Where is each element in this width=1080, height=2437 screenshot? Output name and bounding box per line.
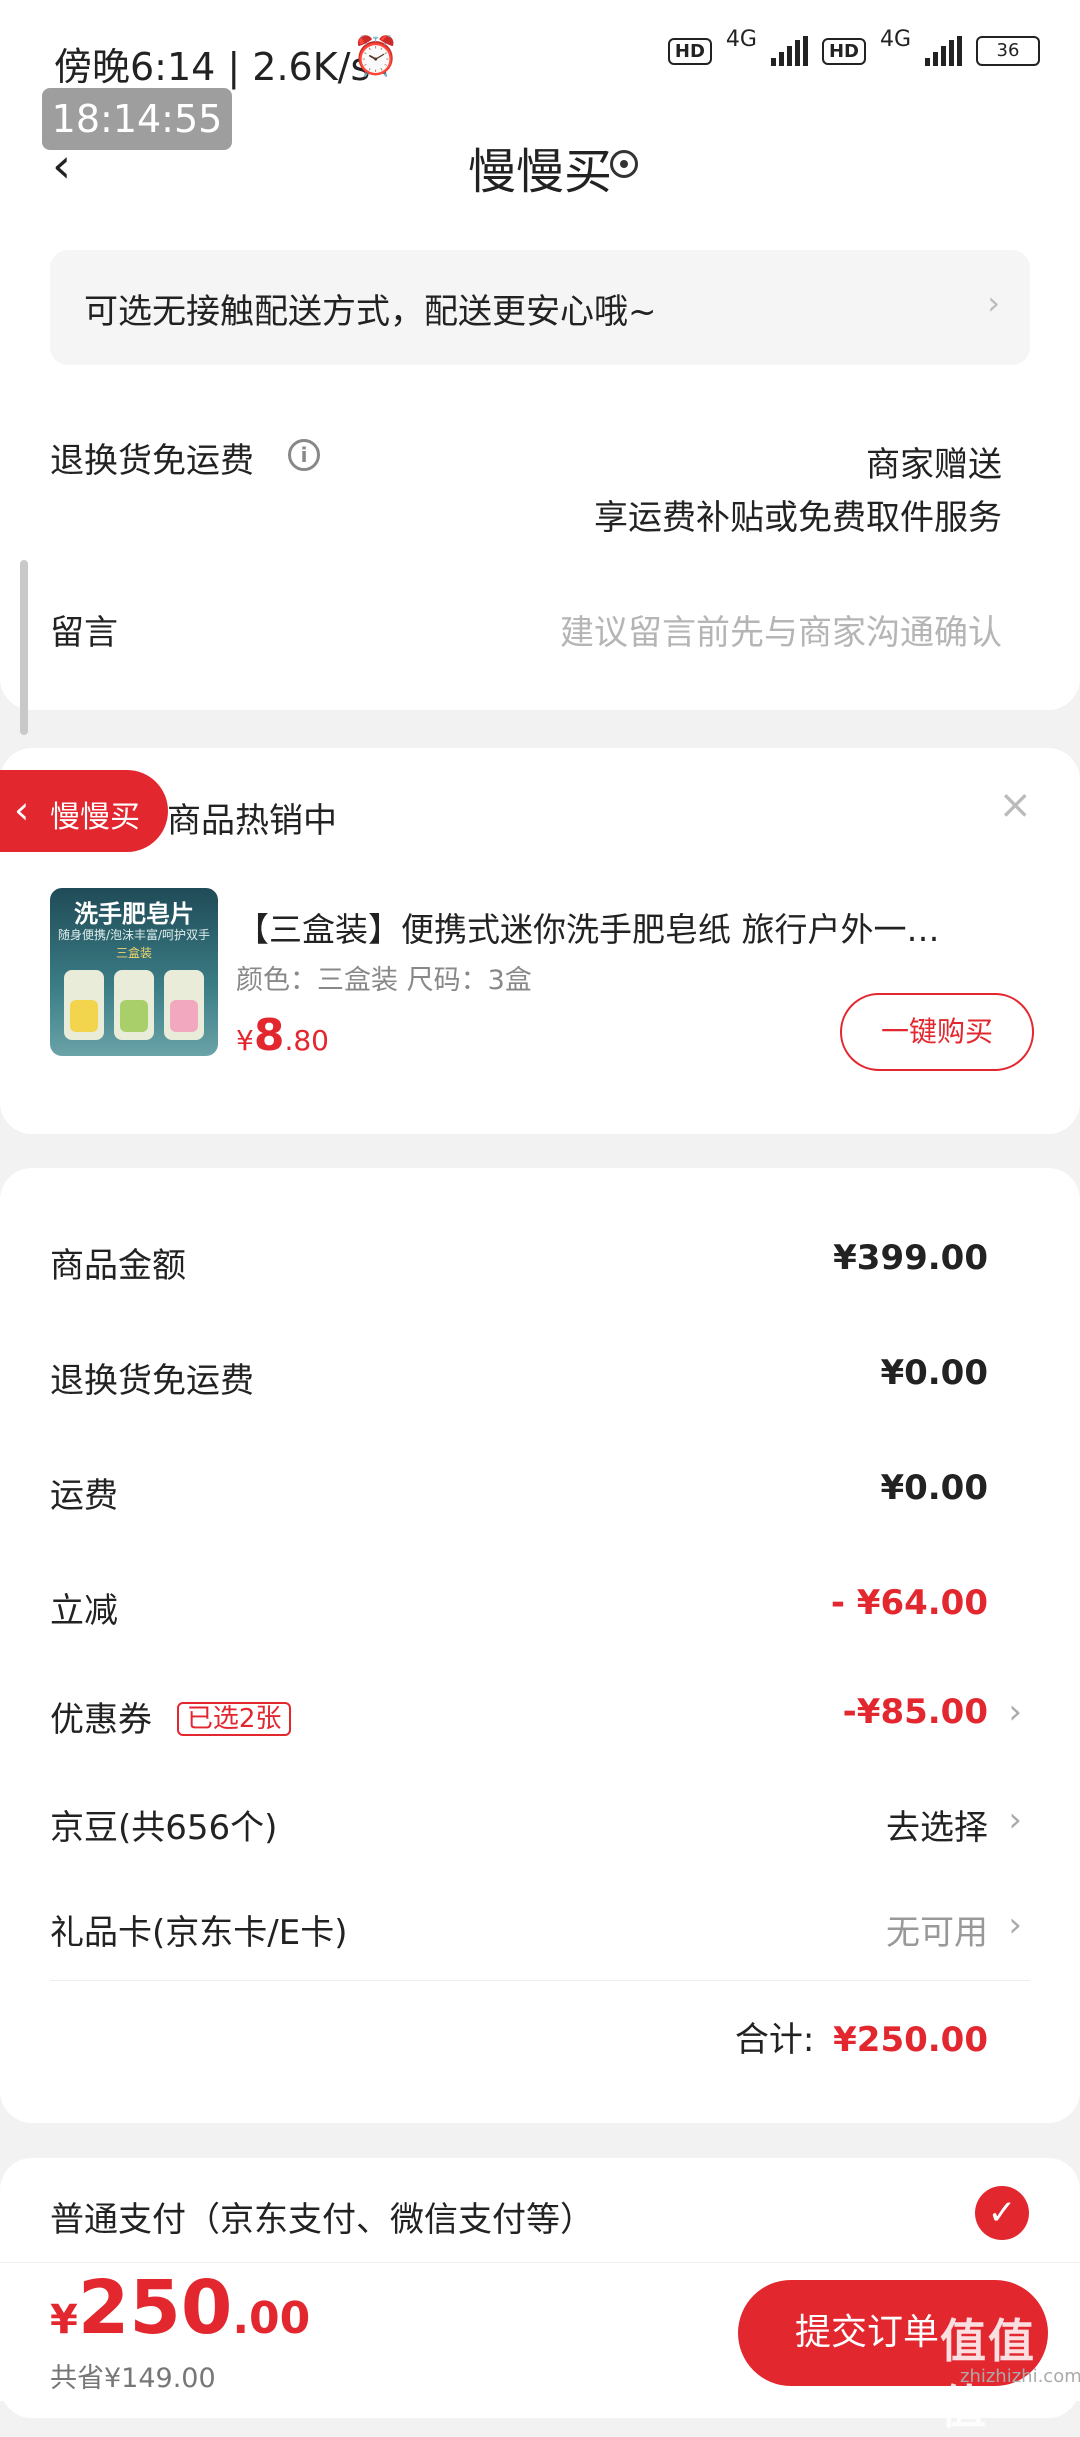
final-price-decimal: .00 <box>232 2293 311 2344</box>
hd-icon-2: HD <box>821 37 866 65</box>
shipping-label: 运费 <box>50 1476 118 1516</box>
network-type-label-2: 4G <box>879 26 911 52</box>
product-image[interactable]: 洗手肥皂片 随身便携/泡沫丰富/呵护双手 三盒装 <box>50 888 218 1056</box>
message-input[interactable]: 建议留言前先与商家沟通确认 <box>560 605 1002 654</box>
product-name[interactable]: 【三盒装】便携式迷你洗手肥皂纸 旅行户外一… <box>236 903 1016 951</box>
alarm-icon: ⏰ <box>352 34 400 78</box>
message-label: 留言 <box>50 613 118 653</box>
coupon-badge: 已选2张 <box>176 1702 292 1736</box>
status-icons: HD 4G HD 4G 36 <box>667 27 1040 66</box>
gift-card-label: 礼品卡(京东卡/E卡) <box>50 1913 348 1953</box>
price-symbol: ¥ <box>236 1024 254 1057</box>
image-tag: 三盒装 <box>115 946 152 960</box>
one-click-buy-button[interactable]: 一键购买 <box>840 993 1034 1071</box>
time-overlay-badge: 18:14:55 <box>42 88 232 150</box>
saved-amount: 共省¥149.00 <box>50 2363 216 2394</box>
contactless-delivery-notice[interactable]: 可选无接触配送方式，配送更安心哦~ › <box>50 250 1030 365</box>
divider <box>50 1980 1030 1981</box>
goods-amount-label: 商品金额 <box>50 1246 186 1286</box>
return-fee-value: 商家赠送 <box>866 445 1002 485</box>
image-title: 洗手肥皂片 <box>74 900 194 928</box>
price-integer: 8 <box>253 1010 285 1061</box>
location-pin-icon[interactable] <box>610 150 638 178</box>
delivery-card: 可选无接触配送方式，配送更安心哦~ › 退换货免运费 i 商家赠送 享运费补贴或… <box>0 215 1080 710</box>
goods-amount-value: ¥399.00 <box>833 1238 988 1278</box>
chevron-right-icon: › <box>987 284 1000 322</box>
coupon-value: -¥85.00 <box>842 1692 988 1732</box>
hot-sale-title: 商品热销中 <box>167 801 337 841</box>
battery-icon: 36 <box>976 36 1040 66</box>
hd-icon: HD <box>667 37 712 65</box>
total-row: 合计: ¥250.00 <box>735 2012 988 2061</box>
return-fee-label: 退换货免运费 <box>50 441 254 481</box>
chevron-left-icon: ‹ <box>14 788 30 832</box>
shipping-value: ¥0.00 <box>880 1468 988 1508</box>
status-time-speed: 傍晚6:14 | 2.6K/s <box>54 45 371 89</box>
chevron-right-icon[interactable]: › <box>1008 1800 1022 1840</box>
soap-box-pink <box>164 970 204 1040</box>
product-price: ¥8.80 <box>236 1010 329 1061</box>
submit-order-label: 提交订单 <box>794 2312 939 2353</box>
coupon-label: 优惠券 <box>50 1700 152 1740</box>
final-price: ¥250.00 <box>50 2265 310 2351</box>
soap-box-green <box>114 970 154 1040</box>
total-label: 合计: <box>734 2020 815 2060</box>
watermark-url: zhizhizhi.com <box>960 2366 1080 2387</box>
floating-tag-label: 慢慢买 <box>50 800 140 835</box>
return-fee-summary-label: 退换货免运费 <box>50 1361 254 1401</box>
gift-card-value[interactable]: 无可用 <box>886 1905 988 1954</box>
notice-text: 可选无接触配送方式，配送更安心哦~ <box>84 292 657 332</box>
final-price-symbol: ¥ <box>50 2297 78 2343</box>
chevron-right-icon[interactable]: › <box>1008 1905 1022 1945</box>
network-type-label: 4G <box>725 26 757 52</box>
discount-value: - ¥64.00 <box>830 1583 988 1623</box>
info-icon[interactable]: i <box>288 439 320 471</box>
discount-label: 立减 <box>50 1591 118 1631</box>
jingdou-label: 京豆(共656个) <box>50 1808 278 1848</box>
price-decimal: .80 <box>284 1024 329 1057</box>
image-subtitle: 随身便携/泡沫丰富/呵护双手 <box>57 928 211 942</box>
signal-icon <box>770 36 808 66</box>
check-icon[interactable]: ✓ <box>975 2186 1029 2240</box>
product-spec: 颜色：三盒装 尺码：3盒 <box>236 965 532 996</box>
return-fee-summary-value: ¥0.00 <box>880 1353 988 1393</box>
coupon-row[interactable]: 优惠券 已选2张 <box>50 1692 292 1741</box>
total-value: ¥250.00 <box>833 2020 988 2060</box>
return-fee-desc: 享运费补贴或免费取件服务 <box>594 498 1002 538</box>
close-icon[interactable]: × <box>998 782 1032 828</box>
payment-method-label[interactable]: 普通支付（京东支付、微信支付等） <box>50 2192 594 2241</box>
signal-icon-2 <box>925 36 962 66</box>
final-price-integer: 250 <box>77 2265 233 2351</box>
soap-box-yellow <box>64 970 104 1040</box>
chevron-right-icon[interactable]: › <box>1008 1692 1022 1732</box>
scrollbar[interactable] <box>20 560 28 735</box>
floating-app-tag[interactable]: ‹ 慢慢买 <box>0 770 168 852</box>
jingdou-value[interactable]: 去选择 <box>886 1800 988 1849</box>
